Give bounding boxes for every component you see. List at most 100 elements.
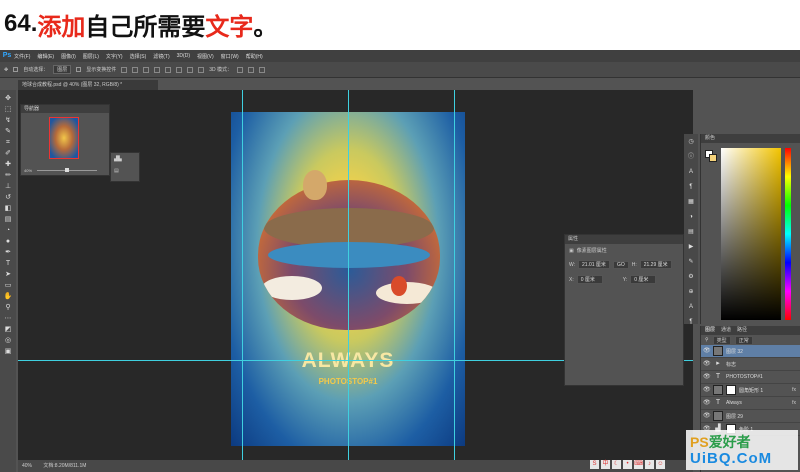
menu-window[interactable]: 窗口(W) bbox=[221, 53, 239, 60]
eye-icon[interactable]: 👁 bbox=[703, 400, 711, 407]
menu-filter[interactable]: 滤镜(T) bbox=[153, 53, 169, 60]
hue-slider[interactable] bbox=[785, 148, 791, 320]
background-swatch[interactable] bbox=[709, 154, 717, 162]
quick-select-icon[interactable]: ✎ bbox=[4, 127, 13, 136]
tray-s-icon[interactable]: S bbox=[590, 459, 599, 469]
zoom-tool-icon[interactable]: ⚲ bbox=[4, 303, 13, 312]
quick-mask-icon[interactable]: ◎ bbox=[4, 336, 13, 345]
align-bottom-icon[interactable] bbox=[143, 66, 150, 73]
y-field[interactable]: 0 厘米 bbox=[630, 275, 657, 284]
brush-preset-icon[interactable]: ✎ bbox=[687, 258, 696, 267]
menu-edit[interactable]: 编辑(E) bbox=[37, 53, 54, 60]
tray-dot-icon[interactable]: • bbox=[623, 459, 632, 469]
fx-icon[interactable]: fx bbox=[792, 400, 796, 406]
pen-tool-icon[interactable]: ✒ bbox=[4, 248, 13, 257]
eraser-icon[interactable]: ◧ bbox=[4, 204, 13, 213]
view-frame[interactable] bbox=[49, 117, 79, 159]
lasso-tool-icon[interactable]: ↯ bbox=[4, 116, 13, 125]
clone-source-icon[interactable]: ⊕ bbox=[687, 288, 696, 297]
info-icon[interactable]: ⓘ bbox=[687, 153, 696, 162]
layer-name[interactable]: 图层 32 bbox=[726, 348, 743, 355]
document-tab[interactable]: 地球合成教程.psd @ 40% (图层 32, RGB/8) * bbox=[18, 80, 158, 90]
layer-mask[interactable] bbox=[726, 385, 736, 395]
histogram-icon[interactable]: ▟▙ bbox=[111, 153, 139, 165]
menu-view[interactable]: 视图(V) bbox=[197, 53, 214, 60]
eye-icon[interactable]: 👁 bbox=[703, 361, 711, 368]
tray-keyboard-icon[interactable]: ⌨ bbox=[634, 459, 643, 469]
path-select-icon[interactable]: ➤ bbox=[4, 270, 13, 279]
info-icon[interactable]: ▤ bbox=[111, 165, 139, 177]
layer-name[interactable]: 图层 29 bbox=[726, 413, 743, 420]
menu-help[interactable]: 帮助(H) bbox=[246, 53, 263, 60]
eye-icon[interactable]: 👁 bbox=[703, 374, 711, 381]
layer-name[interactable]: 圆角矩形 1 bbox=[739, 387, 763, 394]
layer-row[interactable]: 👁 图层 32 bbox=[701, 345, 800, 358]
layer-row[interactable]: 👁 圆角矩形 1 fx bbox=[701, 384, 800, 397]
history-brush-icon[interactable]: ↺ bbox=[4, 193, 13, 202]
blend-mode-dropdown[interactable]: 正常 bbox=[734, 335, 753, 345]
tray-input-icon[interactable]: 中 bbox=[601, 459, 610, 469]
eye-icon[interactable]: 👁 bbox=[703, 413, 711, 420]
crop-tool-icon[interactable]: ⌗ bbox=[4, 138, 13, 147]
gradient-tool-icon[interactable]: ▤ bbox=[4, 215, 13, 224]
move-tool-icon[interactable]: ✥ bbox=[4, 67, 8, 73]
zoom-slider-knob[interactable] bbox=[65, 168, 69, 172]
type-tool-icon[interactable]: T bbox=[4, 259, 13, 268]
eyedropper-icon[interactable]: ✐ bbox=[4, 149, 13, 158]
navigator-thumbnail[interactable] bbox=[49, 117, 79, 159]
tab-channels[interactable]: 通道 bbox=[721, 326, 731, 335]
link-toggle[interactable]: GO bbox=[612, 260, 629, 269]
hand-tool-icon[interactable]: ✋ bbox=[4, 292, 13, 301]
auto-select-dropdown[interactable]: 图层 bbox=[53, 65, 72, 74]
filter-type-dropdown[interactable]: 类型 bbox=[712, 335, 731, 345]
show-transform-checkbox[interactable] bbox=[76, 67, 82, 72]
layer-row[interactable]: 👁 ▸ 标志 bbox=[701, 358, 800, 371]
menu-select[interactable]: 选择(S) bbox=[130, 53, 147, 60]
navigator-zoom[interactable]: 40% bbox=[24, 168, 32, 173]
swatches-icon[interactable]: ▦ bbox=[687, 198, 696, 207]
dodge-tool-icon[interactable]: ● bbox=[4, 237, 13, 246]
layer-row[interactable]: 👁 T Always fx bbox=[701, 397, 800, 410]
x-field[interactable]: 0 厘米 bbox=[576, 275, 603, 284]
fx-icon[interactable]: fx bbox=[792, 387, 796, 393]
guide-vertical[interactable] bbox=[348, 90, 349, 460]
move-tool-icon[interactable]: ✥ bbox=[4, 94, 13, 103]
menu-file[interactable]: 文件(F) bbox=[14, 53, 30, 60]
layer-name[interactable]: 标志 bbox=[726, 361, 736, 368]
actions-icon[interactable]: ▶ bbox=[687, 243, 696, 252]
3d-rotate-icon[interactable] bbox=[237, 66, 244, 73]
brush-tool-icon[interactable]: ✏ bbox=[4, 171, 13, 180]
paragraph-style-icon[interactable]: ¶ bbox=[687, 318, 696, 327]
menu-3d[interactable]: 3D(D) bbox=[177, 53, 190, 59]
shape-tool-icon[interactable]: ▭ bbox=[4, 281, 13, 290]
height-field[interactable]: 21.29 厘米 bbox=[639, 260, 672, 269]
tab-layers[interactable]: 图层 bbox=[705, 326, 715, 335]
guide-vertical[interactable] bbox=[242, 90, 243, 460]
color-swatch-icon[interactable]: ◩ bbox=[4, 325, 13, 334]
menu-type[interactable]: 文字(Y) bbox=[106, 53, 123, 60]
align-top-icon[interactable] bbox=[121, 66, 128, 73]
tray-mic-icon[interactable]: ♪ bbox=[645, 459, 654, 469]
auto-select-checkbox[interactable] bbox=[13, 67, 19, 72]
tray-moon-icon[interactable]: ☾ bbox=[612, 459, 621, 469]
more-tools-icon[interactable]: ⋯ bbox=[4, 314, 13, 323]
blur-tool-icon[interactable]: ◔ bbox=[4, 226, 13, 235]
character-icon[interactable]: A bbox=[687, 168, 696, 177]
history-icon[interactable]: ◷ bbox=[687, 138, 696, 147]
stamp-tool-icon[interactable]: ⊥ bbox=[4, 182, 13, 191]
tray-user-icon[interactable]: ☺ bbox=[656, 459, 665, 469]
distribute-h-icon[interactable] bbox=[198, 66, 205, 73]
menu-layer[interactable]: 图层(L) bbox=[83, 53, 99, 60]
align-left-icon[interactable] bbox=[154, 66, 161, 73]
eye-icon[interactable]: 👁 bbox=[703, 387, 711, 394]
align-middle-icon[interactable] bbox=[132, 66, 139, 73]
align-center-icon[interactable] bbox=[165, 66, 172, 73]
layer-name[interactable]: PHOTOSTOP#1 bbox=[726, 374, 763, 380]
layer-row[interactable]: 👁 图层 29 bbox=[701, 410, 800, 423]
align-right-icon[interactable] bbox=[176, 66, 183, 73]
healing-brush-icon[interactable]: ✚ bbox=[4, 160, 13, 169]
color-picker-field[interactable] bbox=[721, 148, 781, 320]
adjustments-icon[interactable]: ◑ bbox=[687, 213, 696, 222]
status-zoom[interactable]: 40% bbox=[22, 463, 32, 469]
layer-row[interactable]: 👁 T PHOTOSTOP#1 bbox=[701, 371, 800, 384]
